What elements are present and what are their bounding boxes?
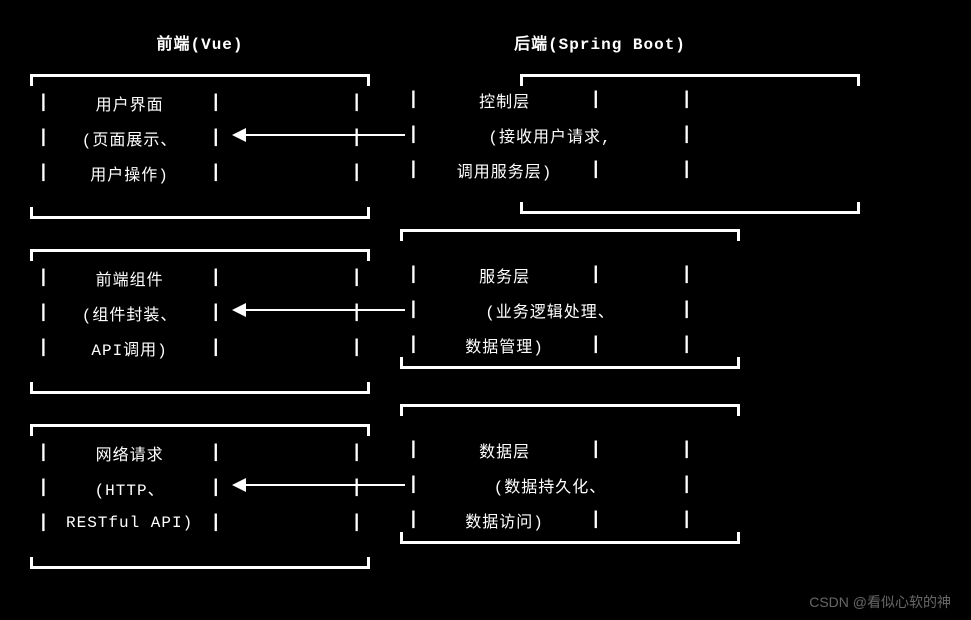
fe-line2: (HTTP、 [49, 476, 211, 500]
arrow-head-icon [232, 303, 246, 317]
fe-line3: 用户操作) [49, 161, 211, 185]
pipe-icon: | [38, 478, 49, 498]
pipe-icon: | [38, 303, 49, 323]
watermark: CSDN @看似心软的神 [809, 592, 951, 612]
pipe-icon: | [210, 338, 221, 358]
row-2: | 前端组件 | | | (组件封装、 | | | API调用) | [30, 249, 941, 424]
pipe-icon: | [351, 478, 362, 498]
pipe-icon: | [351, 443, 362, 463]
frontend-box-3: | 网络请求 | | | (HTTP、 | | | RESTful API) | [30, 424, 370, 569]
backend-bracket-1 [520, 74, 860, 214]
frontend-header: 前端(Vue) [30, 30, 370, 54]
header-row: 前端(Vue) 后端(Spring Boot) [30, 30, 941, 54]
arrow-2 [245, 309, 405, 311]
backend-bracket-3 [400, 404, 740, 544]
fe-line1: 前端组件 [49, 266, 211, 290]
pipe-icon: | [408, 90, 419, 110]
pipe-icon: | [351, 338, 362, 358]
fe-line3: RESTful API) [49, 514, 211, 532]
frontend-box-2: | 前端组件 | | | (组件封装、 | | | API调用) | [30, 249, 370, 394]
pipe-icon: | [38, 513, 49, 533]
pipe-icon: | [210, 513, 221, 533]
frontend-box-1: | 用户界面 | | | (页面展示、 | | | 用户操作) | [30, 74, 370, 219]
pipe-icon: | [210, 128, 221, 148]
backend-bracket-2 [400, 229, 740, 369]
arrow-3 [245, 484, 405, 486]
backend-header: 后端(Spring Boot) [430, 30, 770, 54]
pipe-icon: | [351, 163, 362, 183]
fe-line2: (页面展示、 [49, 126, 211, 150]
fe-line1: 网络请求 [49, 441, 211, 465]
row-1: | 用户界面 | | | (页面展示、 | | | 用户操作) | [30, 74, 941, 249]
pipe-icon: | [38, 128, 49, 148]
arrow-1 [245, 134, 405, 136]
arrow-head-icon [232, 478, 246, 492]
arrow-head-icon [232, 128, 246, 142]
pipe-icon: | [38, 93, 49, 113]
fe-line2: (组件封装、 [49, 301, 211, 325]
pipe-icon: | [351, 128, 362, 148]
fe-line1: 用户界面 [49, 91, 211, 115]
fe-line3: API调用) [49, 336, 211, 360]
pipe-icon: | [38, 443, 49, 463]
pipe-icon: | [38, 163, 49, 183]
pipe-icon: | [351, 513, 362, 533]
pipe-icon: | [210, 303, 221, 323]
pipe-icon: | [210, 268, 221, 288]
pipe-icon: | [408, 125, 419, 145]
pipe-icon: | [38, 268, 49, 288]
pipe-icon: | [351, 303, 362, 323]
pipe-icon: | [351, 268, 362, 288]
pipe-icon: | [210, 443, 221, 463]
pipe-icon: | [38, 338, 49, 358]
pipe-icon: | [351, 93, 362, 113]
pipe-icon: | [210, 163, 221, 183]
pipe-icon: | [408, 160, 419, 180]
architecture-diagram: 前端(Vue) 后端(Spring Boot) | 用户界面 | | | (页面… [30, 30, 941, 610]
row-3: | 网络请求 | | | (HTTP、 | | | RESTful API) | [30, 424, 941, 599]
pipe-icon: | [210, 478, 221, 498]
pipe-icon: | [210, 93, 221, 113]
